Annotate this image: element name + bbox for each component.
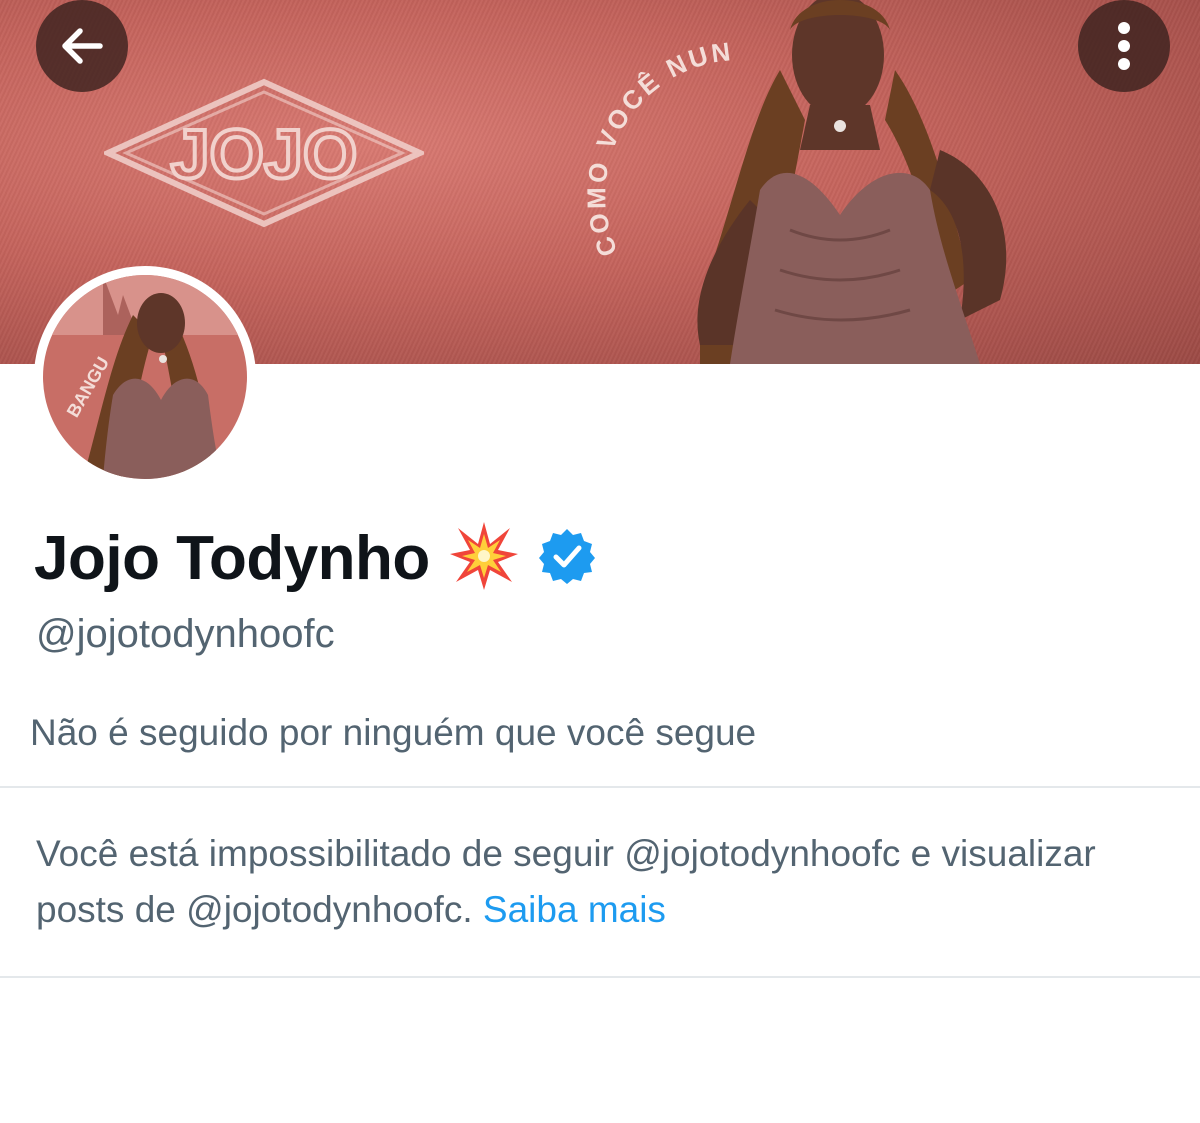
banner-logo: JOJO — [104, 78, 424, 228]
banner-person-image — [697, 0, 1007, 364]
arrow-left-icon — [62, 28, 103, 64]
avatar-image: BANGU — [43, 275, 247, 479]
display-name: Jojo Todynho — [34, 523, 430, 593]
profile-avatar[interactable]: BANGU — [34, 266, 256, 488]
user-handle: @jojotodynhoofc — [36, 612, 335, 656]
blocked-notice: Você está impossibilitado de seguir @joj… — [36, 826, 1156, 938]
profile-name-row: Jojo Todynho — [34, 518, 596, 598]
banner-logo-text: JOJO — [171, 115, 358, 193]
verified-badge-icon[interactable] — [538, 527, 596, 590]
vertical-ellipsis-icon — [1118, 22, 1130, 70]
more-options-button[interactable] — [1078, 0, 1170, 92]
collision-icon — [448, 520, 520, 597]
back-button[interactable] — [36, 0, 128, 92]
divider — [0, 976, 1200, 978]
divider — [0, 786, 1200, 788]
followers-you-know[interactable]: Não é seguido por ninguém que você segue — [30, 712, 756, 754]
learn-more-link[interactable]: Saiba mais — [483, 889, 666, 930]
